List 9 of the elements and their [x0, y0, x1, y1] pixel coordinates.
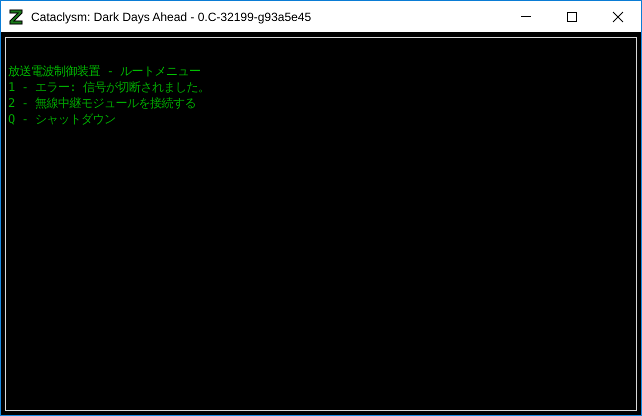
window-title: Cataclysm: Dark Days Ahead - 0.C-32199-g93a5e45: [31, 10, 312, 24]
menu-title: 放送電波制御装置 - ルートメニュー: [8, 63, 202, 79]
menu-option: Q - シャットダウン: [8, 111, 636, 127]
menu-option: 1 - エラー: 信号が切断されました。: [8, 79, 636, 95]
menu-option: 2 - 無線中継モジュールを接続する: [8, 95, 636, 111]
close-icon: [612, 10, 624, 22]
letter-z-icon: [9, 8, 23, 24]
minimize-icon: [521, 16, 531, 17]
maximize-icon: [566, 10, 578, 22]
